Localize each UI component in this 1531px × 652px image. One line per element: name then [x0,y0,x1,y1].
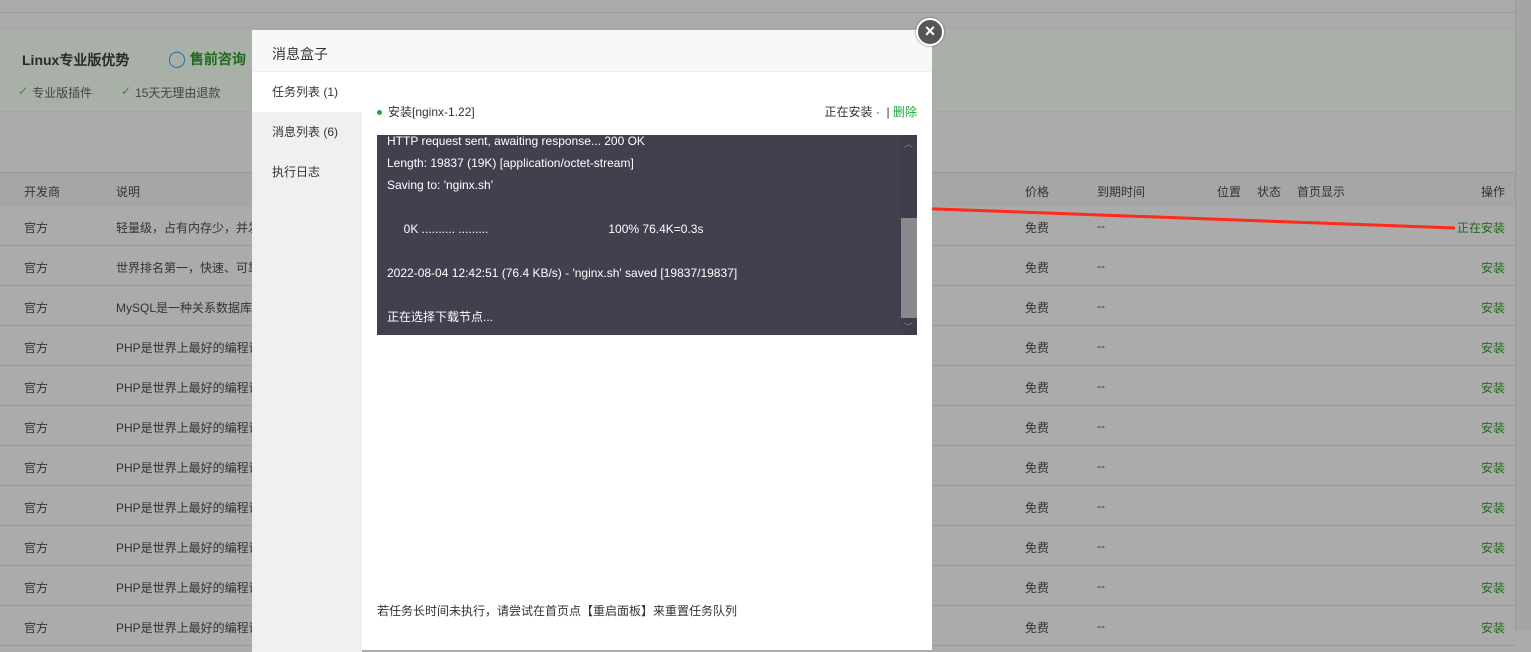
tab-execution-log[interactable]: 执行日志 [252,152,362,192]
task-status: 正在安装 · [824,105,880,119]
task-log-console: HTTP request sent, awaiting response... … [377,135,917,335]
log-line: Length: 19837 (19K) [application/octet-s… [387,156,634,170]
scroll-up-icon[interactable]: ︿ [904,137,913,150]
tab-task-list[interactable]: 任务列表 (1) [252,72,362,112]
modal-title: 消息盒子 [252,30,932,72]
delete-task-link[interactable]: 删除 [893,105,917,119]
task-item: 安装[nginx-1.22] 正在安装 · | 删除 [377,103,917,120]
scroll-down-icon[interactable]: ﹀ [904,320,913,333]
modal-sidebar: 任务列表 (1) 消息列表 (6) 执行日志 [252,72,362,652]
close-modal-button[interactable]: × [916,18,944,46]
log-scroll-thumb[interactable] [901,218,917,318]
task-name: 安装[nginx-1.22] [388,105,475,119]
task-hint: 若任务长时间未执行，请尝试在首页点【重启面板】来重置任务队列 [377,604,738,618]
tab-message-list[interactable]: 消息列表 (6) [252,112,362,152]
log-line: 0K .......... ......... 100% 76.4K=0.3s [387,222,704,236]
log-line: HTTP request sent, awaiting response... … [387,135,645,148]
log-line: 2022-08-04 12:42:51 (76.4 KB/s) - 'nginx… [387,266,738,280]
log-scrollbar[interactable]: ︿ ﹀ [901,135,917,335]
message-box-modal: 消息盒子 任务列表 (1) 消息列表 (6) 执行日志 安装[nginx-1.2… [252,30,932,652]
status-dot-icon [377,110,382,116]
log-line: Saving to: 'nginx.sh' [387,178,493,192]
log-line: 正在选择下载节点... [387,310,494,324]
